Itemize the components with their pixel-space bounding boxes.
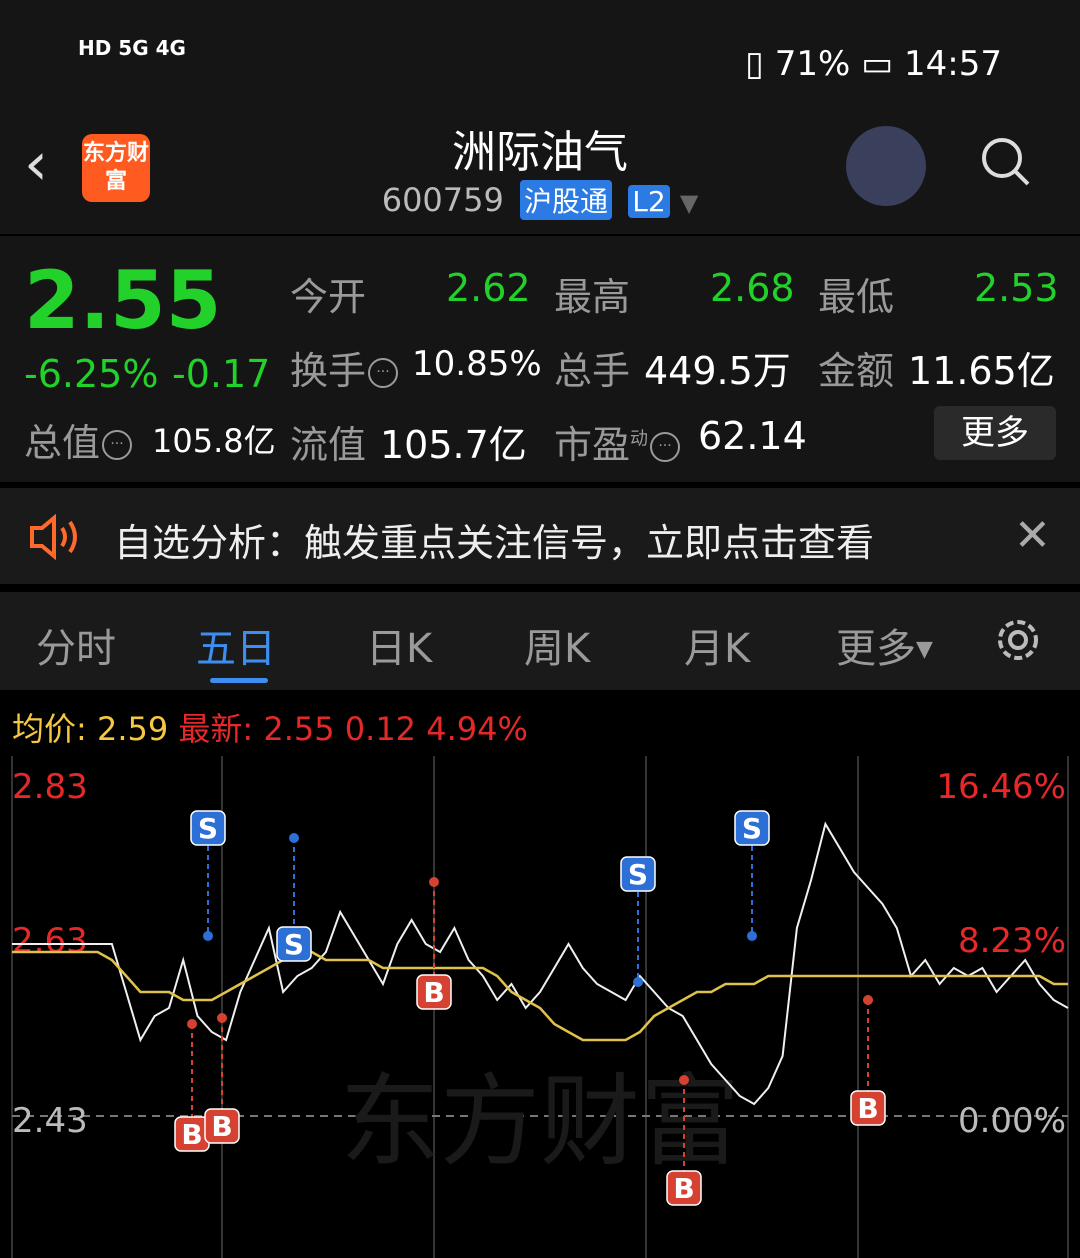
latest-value: 2.55 bbox=[263, 710, 335, 748]
low-label: 最低 bbox=[818, 275, 895, 319]
y-left-tick-2: 2.43 bbox=[12, 1101, 88, 1141]
stock-header: ‹ 东方财富 洲际油气 600759 沪股通 L2 ▼ bbox=[0, 110, 1080, 234]
low-value: 2.53 bbox=[974, 266, 1059, 310]
y-right-tick-2: 0.00% bbox=[958, 1101, 1066, 1141]
tab-daily-k[interactable]: 日K bbox=[366, 616, 432, 674]
dropdown-icon[interactable]: ▼ bbox=[680, 189, 698, 217]
speaker-icon bbox=[30, 514, 77, 560]
signal-label: B bbox=[673, 1172, 694, 1205]
signal-dot bbox=[747, 931, 757, 941]
signal-dot bbox=[633, 977, 643, 987]
chart-legend: 均价: 2.59 最新: 2.55 0.12 4.94% bbox=[12, 704, 528, 750]
info-icon: ··· bbox=[650, 432, 681, 462]
pe-value: 62.14 bbox=[698, 414, 807, 458]
gear-icon[interactable] bbox=[992, 614, 1044, 666]
info-icon: ··· bbox=[368, 358, 399, 388]
float-value: 105.7亿 bbox=[380, 423, 527, 467]
series-line-0 bbox=[12, 821, 1069, 1106]
signal-label: S bbox=[628, 858, 648, 891]
battery-percent: 71% bbox=[774, 44, 851, 84]
network-status: HD 5G 4G bbox=[78, 36, 186, 60]
status-right: ▯ 71% ▭ 14:57 bbox=[745, 44, 1002, 84]
amount-label: 金额 bbox=[818, 349, 895, 393]
volume-value: 449.5万 bbox=[644, 349, 791, 393]
tab-intraday[interactable]: 分时 bbox=[36, 616, 116, 674]
high-label: 最高 bbox=[554, 275, 631, 319]
connect-badge: 沪股通 bbox=[520, 180, 613, 220]
info-icon: ··· bbox=[102, 430, 133, 460]
stock-code: 600759 bbox=[381, 181, 504, 219]
notice-text: 自选分析：触发重点关注信号，立即点击查看 bbox=[114, 521, 875, 565]
high-value: 2.68 bbox=[710, 266, 795, 310]
last-price: 2.55 bbox=[24, 254, 222, 347]
active-tab-indicator bbox=[210, 678, 268, 683]
tab-more[interactable]: 更多▼ bbox=[836, 616, 933, 674]
search-icon[interactable] bbox=[980, 136, 1030, 186]
signal-label: S bbox=[198, 812, 218, 845]
latest-change: 0.12 bbox=[344, 710, 417, 748]
quote-panel: 2.55 -6.25% -0.17 总值 ··· 105.8亿 今开 2.62 最… bbox=[0, 236, 1080, 482]
turnover-label[interactable]: 换手 ··· bbox=[290, 340, 399, 395]
signal-label: S bbox=[284, 928, 304, 961]
open-label: 今开 bbox=[290, 275, 367, 319]
y-right-tick-0: 16.46% bbox=[936, 767, 1066, 807]
latest-label: 最新: bbox=[178, 710, 254, 748]
robot-avatar-icon[interactable] bbox=[846, 126, 926, 206]
tab-five-day[interactable]: 五日 bbox=[196, 616, 276, 674]
signal-dot bbox=[863, 995, 873, 1005]
open-value: 2.62 bbox=[446, 266, 531, 310]
signal-label: S bbox=[742, 812, 762, 845]
signal-dot bbox=[217, 1013, 227, 1023]
signal-dot bbox=[679, 1075, 689, 1085]
turnover-value: 10.85% bbox=[412, 344, 542, 384]
level2-badge: L2 bbox=[628, 185, 670, 218]
avg-label: 均价: bbox=[12, 710, 87, 748]
battery-icon: ▭ bbox=[861, 44, 894, 84]
signal-dot bbox=[429, 877, 439, 887]
signal-label: B bbox=[181, 1118, 202, 1151]
five-day-chart[interactable]: 东方财富 2.832.632.4316.46%8.23%0.00% SSSSBB… bbox=[0, 756, 1080, 1258]
amount-value: 11.65亿 bbox=[908, 349, 1055, 393]
change-percent: -6.25% bbox=[24, 352, 159, 396]
status-bar: HD 5G 4G ▯ 71% ▭ 14:57 bbox=[0, 0, 1080, 110]
notice-bar[interactable]: 自选分析：触发重点关注信号，立即点击查看 ✕ bbox=[0, 488, 1080, 584]
float-label: 流值 bbox=[290, 423, 367, 467]
y-left-tick-0: 2.83 bbox=[12, 767, 88, 807]
signal-label: B bbox=[423, 976, 444, 1009]
vibrate-icon: ▯ bbox=[745, 44, 764, 84]
signal-label: B bbox=[211, 1110, 232, 1143]
tab-monthly-k[interactable]: 月K bbox=[684, 616, 750, 674]
signal-dot bbox=[289, 833, 299, 843]
signal-dot bbox=[203, 931, 213, 941]
signal-dot bbox=[187, 1019, 197, 1029]
pe-label[interactable]: 市盈动 ··· bbox=[554, 414, 681, 469]
chart-tabs: 分时 五日 日K 周K 月K 更多▼ bbox=[0, 592, 1080, 690]
latest-pct: 4.94% bbox=[426, 710, 528, 748]
avg-value: 2.59 bbox=[96, 710, 169, 748]
change-amount: -0.17 bbox=[172, 352, 271, 396]
total-value: 105.8亿 bbox=[152, 422, 276, 460]
tab-weekly-k[interactable]: 周K bbox=[524, 616, 590, 674]
total-value-label[interactable]: 总值 ··· bbox=[24, 412, 133, 467]
signal-label: B bbox=[857, 1092, 878, 1125]
volume-label: 总手 bbox=[554, 349, 631, 393]
more-button[interactable]: 更多 bbox=[934, 406, 1056, 460]
clock: 14:57 bbox=[904, 44, 1002, 84]
y-left-tick-1: 2.63 bbox=[12, 921, 88, 961]
y-right-tick-1: 8.23% bbox=[958, 921, 1066, 961]
close-icon[interactable]: ✕ bbox=[1014, 510, 1051, 561]
